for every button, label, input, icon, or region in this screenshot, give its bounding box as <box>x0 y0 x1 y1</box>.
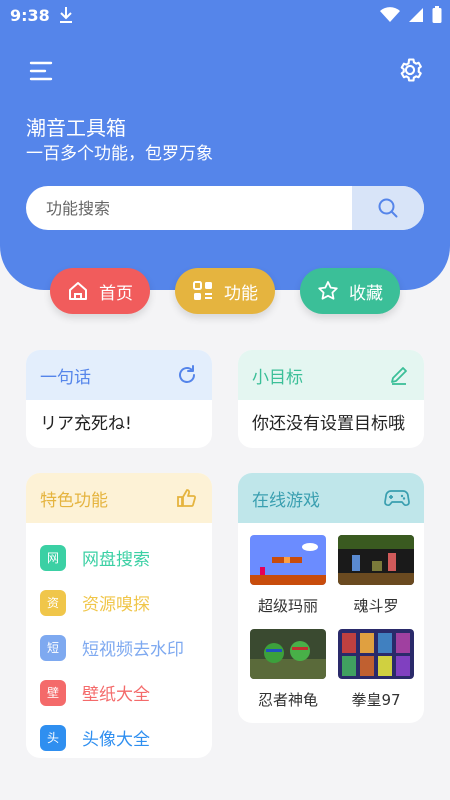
refresh-icon[interactable] <box>176 364 198 386</box>
star-icon <box>318 281 338 300</box>
feature-label: 资源嗅探 <box>82 595 150 615</box>
game-name: 忍者神龟 <box>257 691 318 709</box>
games-card-header: 在线游戏 <box>238 473 424 523</box>
game-tile-kof97[interactable]: 拳皇97 <box>338 629 414 713</box>
game-thumbnail <box>338 629 414 679</box>
settings-button[interactable] <box>396 56 424 84</box>
wifi-icon <box>380 7 400 27</box>
signal-icon <box>408 7 424 27</box>
features-card-header: 特色功能 <box>26 473 212 523</box>
feature-label: 短视频去水印 <box>82 640 184 660</box>
apps-icon <box>193 281 212 300</box>
search-icon <box>378 198 398 218</box>
game-name: 拳皇97 <box>351 691 401 709</box>
features-card-title: 特色功能 <box>40 490 108 511</box>
games-card: 在线游戏 超级玛丽 魂斗罗 忍者神龟 拳皇97 <box>238 473 424 723</box>
feature-label: 壁纸大全 <box>82 685 150 705</box>
feature-item-netdisk-search[interactable]: 网 网盘搜索 <box>40 535 198 580</box>
feature-badge: 资 <box>40 589 66 616</box>
game-thumbnail <box>338 535 414 585</box>
home-tab-button[interactable]: 首页 <box>50 268 150 314</box>
feature-badge: 网 <box>40 544 66 571</box>
feature-label: 网盘搜索 <box>82 550 150 570</box>
battery-icon <box>432 6 442 28</box>
feature-item-avatars[interactable]: 头 头像大全 <box>40 715 198 758</box>
search-bar <box>26 186 424 230</box>
functions-tab-label: 功能 <box>224 283 258 304</box>
search-input[interactable] <box>26 186 352 230</box>
game-tile-ninja-turtles[interactable]: 忍者神龟 <box>250 629 326 713</box>
feature-badge: 短 <box>40 634 66 661</box>
home-tab-label: 首页 <box>99 283 133 304</box>
feature-badge: 头 <box>40 724 66 751</box>
feature-label: 头像大全 <box>82 730 150 750</box>
quote-card[interactable]: 一句话 リア充死ね! <box>26 350 212 448</box>
game-name: 超级玛丽 <box>257 597 318 615</box>
favorites-tab-label: 收藏 <box>349 283 383 304</box>
home-icon <box>69 282 87 300</box>
goal-card[interactable]: 小目标 你还没有设置目标哦 <box>238 350 424 448</box>
feature-item-wallpapers[interactable]: 壁 壁纸大全 <box>40 670 198 715</box>
feature-badge: 壁 <box>40 679 66 706</box>
thumbs-up-icon <box>177 489 196 507</box>
download-icon <box>58 6 74 28</box>
game-thumbnail <box>250 629 326 679</box>
functions-tab-button[interactable]: 功能 <box>175 268 275 314</box>
feature-item-video-watermark[interactable]: 短 短视频去水印 <box>40 625 198 670</box>
menu-button[interactable] <box>28 58 54 84</box>
game-tile-super-mario[interactable]: 超级玛丽 <box>250 535 326 619</box>
app-title: 潮音工具箱 <box>26 116 126 140</box>
quote-text: リア充死ね! <box>40 414 132 434</box>
games-card-title: 在线游戏 <box>252 490 320 511</box>
quote-card-title: 一句话 <box>40 367 91 388</box>
status-time: 9:38 <box>10 6 50 25</box>
edit-icon[interactable] <box>388 364 410 386</box>
game-thumbnail <box>250 535 326 585</box>
features-card: 特色功能 网 网盘搜索 资 资源嗅探 短 短视频去水印 壁 壁纸大全 头 头像大… <box>26 473 212 758</box>
status-bar: 9:38 <box>0 0 450 32</box>
game-name: 魂斗罗 <box>353 597 399 615</box>
search-button[interactable] <box>352 186 424 230</box>
goal-card-header: 小目标 <box>238 350 424 400</box>
favorites-tab-button[interactable]: 收藏 <box>300 268 400 314</box>
gamepad-icon <box>384 490 410 506</box>
game-tile-contra[interactable]: 魂斗罗 <box>338 535 414 619</box>
feature-item-resource-sniff[interactable]: 资 资源嗅探 <box>40 580 198 625</box>
app-subtitle: 一百多个功能，包罗万象 <box>26 144 213 164</box>
menu-icon <box>29 61 53 81</box>
quote-card-header: 一句话 <box>26 350 212 400</box>
goal-text: 你还没有设置目标哦 <box>252 414 405 434</box>
goal-card-title: 小目标 <box>252 367 303 388</box>
gear-icon <box>400 58 422 82</box>
